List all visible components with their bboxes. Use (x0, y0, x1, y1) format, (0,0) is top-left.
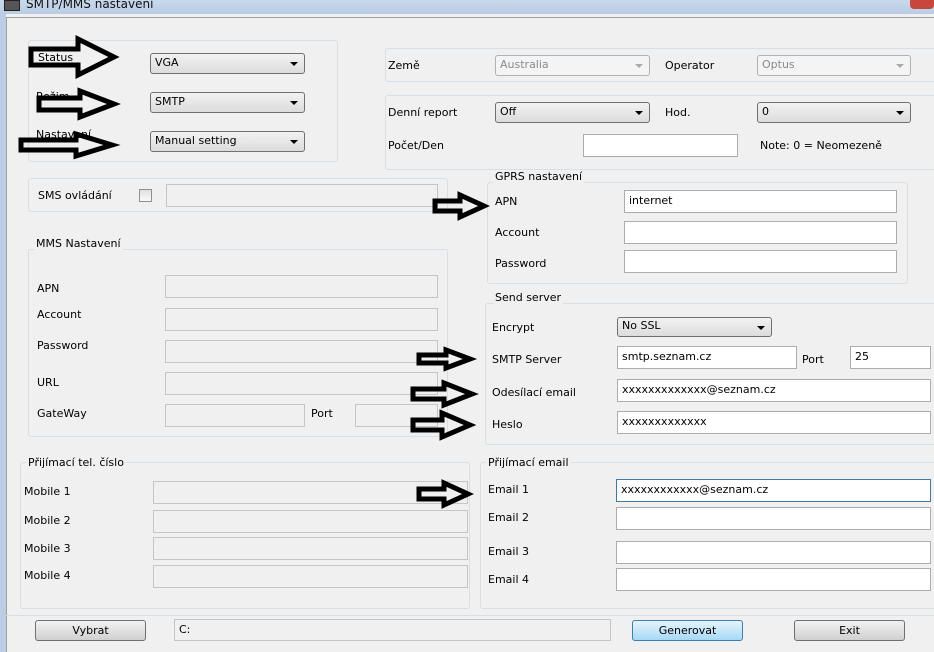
smtp-server-input[interactable]: smtp.seznam.cz (617, 346, 797, 369)
count-input[interactable] (583, 134, 738, 157)
operator-value: Optus (762, 58, 795, 71)
phones-title: Přijímací tel. číslo (26, 456, 126, 469)
mms-port-label: Port (311, 407, 333, 420)
sender-email-label: Odesílací email (492, 386, 576, 399)
mms-apn-label: APN (37, 282, 60, 295)
exit-button[interactable]: Exit (794, 620, 905, 641)
encrypt-label: Encrypt (492, 321, 535, 334)
mobile-3-label: Mobile 3 (24, 542, 71, 555)
gprs-password-label: Password (495, 257, 547, 270)
encrypt-value: No SSL (622, 319, 661, 332)
gprs-account-label: Account (495, 226, 540, 239)
mobile-4-label: Mobile 4 (24, 569, 71, 582)
nastaveni-select[interactable]: Manual setting (150, 131, 305, 152)
mobile-2-input[interactable] (153, 510, 468, 533)
chevron-down-icon (896, 64, 904, 68)
mms-url-label: URL (37, 376, 59, 389)
email-2-input[interactable] (616, 507, 931, 530)
chevron-down-icon (635, 64, 643, 68)
footer-divider (6, 615, 934, 616)
gprs-apn-label: APN (495, 195, 518, 208)
sender-email-input[interactable]: xxxxxxxxxxxxx@seznam.cz (617, 379, 931, 402)
mms-password-input[interactable] (165, 340, 438, 363)
country-select[interactable]: Australia (495, 55, 650, 76)
country-label: Země (388, 59, 420, 72)
smtp-port-input[interactable]: 25 (850, 346, 931, 369)
chevron-down-icon (290, 101, 298, 105)
annotation-arrow-icon (416, 346, 478, 372)
daily-report-select[interactable]: Off (495, 102, 650, 123)
annotation-arrow-icon (416, 479, 475, 509)
path-input[interactable]: C: (174, 619, 611, 641)
daily-report-label: Denní report (388, 106, 458, 119)
chevron-down-icon (290, 140, 298, 144)
app-icon (4, 0, 20, 11)
mms-account-label: Account (37, 308, 82, 321)
hour-select[interactable]: 0 (757, 102, 911, 123)
email-1-label: Email 1 (488, 483, 530, 496)
generate-button[interactable]: Generovat (632, 620, 743, 641)
gprs-apn-input[interactable]: internet (624, 190, 897, 213)
email-4-label: Email 4 (488, 573, 530, 586)
send-server-title: Send server (493, 291, 564, 304)
sms-checkbox[interactable] (139, 189, 152, 202)
mobile-2-label: Mobile 2 (24, 514, 71, 527)
annotation-arrow-icon (36, 87, 122, 121)
annotation-arrow-icon (410, 379, 479, 409)
mms-gateway-input[interactable] (165, 404, 305, 427)
encrypt-select[interactable]: No SSL (617, 317, 772, 337)
count-label: Počet/Den (388, 139, 445, 152)
mms-gateway-label: GateWay (37, 407, 87, 420)
sms-input[interactable] (166, 184, 438, 207)
operator-select[interactable]: Optus (757, 55, 911, 76)
window-title: SMTP/MMS nastavení (26, 0, 154, 11)
smtp-port-label: Port (802, 353, 824, 366)
chevron-down-icon (290, 62, 298, 66)
email-3-label: Email 3 (488, 545, 530, 558)
country-value: Australia (500, 58, 549, 71)
count-note: Note: 0 = Neomezeně (760, 139, 882, 152)
mms-account-input[interactable] (165, 308, 438, 331)
smtp-server-label: SMTP Server (492, 353, 562, 366)
chevron-down-icon (635, 111, 643, 115)
emails-title: Přijímací email (486, 456, 571, 469)
gprs-title: GPRS nastavení (493, 170, 585, 183)
hour-label: Hod. (665, 106, 691, 119)
close-button[interactable] (910, 0, 934, 9)
nastaveni-value: Manual setting (155, 134, 237, 147)
operator-label: Operator (665, 59, 715, 72)
status-select[interactable]: VGA (150, 53, 305, 74)
password-label: Heslo (492, 418, 523, 431)
chevron-down-icon (757, 326, 765, 330)
email-2-label: Email 2 (488, 511, 530, 524)
annotation-arrow-icon (28, 34, 120, 80)
email-4-input[interactable] (616, 568, 931, 591)
mms-password-label: Password (37, 339, 89, 352)
rezim-value: SMTP (155, 95, 185, 108)
mobile-4-input[interactable] (153, 565, 468, 588)
mms-title: MMS Nastavení (34, 237, 123, 250)
hour-value: 0 (762, 105, 769, 118)
password-input[interactable]: xxxxxxxxxxxxx (617, 411, 931, 434)
gprs-password-input[interactable] (624, 250, 897, 273)
email-1-input[interactable]: xxxxxxxxxxxx@seznam.cz (616, 479, 931, 502)
annotation-arrow-icon (432, 191, 491, 221)
annotation-arrow-icon (410, 409, 477, 441)
select-button[interactable]: Vybrat (35, 620, 146, 641)
daily-report-value: Off (500, 105, 517, 118)
mms-apn-input[interactable] (165, 275, 438, 298)
mobile-1-label: Mobile 1 (24, 485, 71, 498)
sms-label: SMS ovládání (38, 189, 112, 202)
gprs-account-input[interactable] (624, 221, 897, 244)
mobile-3-input[interactable] (153, 537, 468, 560)
email-3-input[interactable] (616, 541, 931, 564)
annotation-arrow-icon (18, 130, 121, 160)
rezim-select[interactable]: SMTP (150, 92, 305, 113)
status-value: VGA (155, 56, 179, 69)
chevron-down-icon (896, 111, 904, 115)
mms-url-input[interactable] (165, 372, 438, 395)
